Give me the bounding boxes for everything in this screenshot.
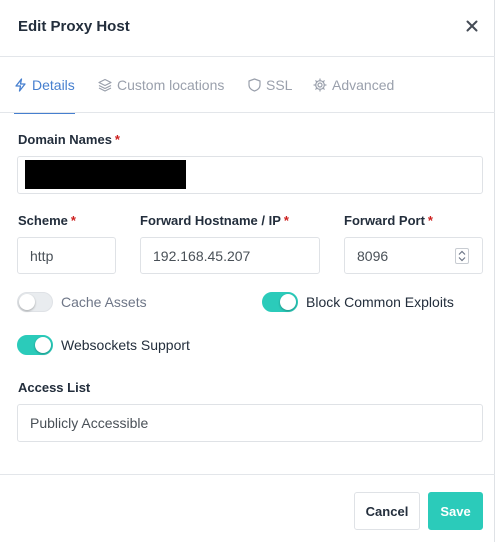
forward-port-label: Forward Port * [344, 213, 433, 228]
websockets-switch[interactable] [17, 335, 53, 355]
close-icon[interactable] [463, 17, 481, 35]
domain-names-input[interactable] [17, 156, 483, 194]
scheme-label-text: Scheme [18, 213, 68, 228]
forward-hostname-label: Forward Hostname / IP * [140, 213, 289, 228]
tab-advanced[interactable]: Advanced [313, 57, 394, 113]
access-list-select[interactable]: Publicly Accessible [17, 404, 483, 442]
cache-assets-switch[interactable] [17, 292, 53, 312]
domain-names-label-text: Domain Names [18, 132, 112, 147]
block-exploits-label: Block Common Exploits [306, 294, 454, 310]
forward-hostname-label-text: Forward Hostname / IP [140, 213, 281, 228]
forward-port-input[interactable]: 8096 [344, 237, 483, 274]
tab-details[interactable]: Details [14, 57, 75, 114]
tab-bar: Details Custom locations SSL Advanced [0, 57, 495, 114]
required-mark: * [70, 213, 76, 228]
access-list-label: Access List [18, 380, 91, 395]
forward-hostname-input[interactable]: 192.168.45.207 [140, 237, 320, 274]
cancel-button[interactable]: Cancel [354, 492, 420, 530]
scheme-input[interactable]: http [17, 237, 116, 274]
cache-assets-toggle[interactable]: Cache Assets [17, 292, 147, 312]
redacted-domain-value [25, 160, 186, 189]
tab-ssl-label: SSL [266, 77, 293, 93]
required-mark: * [427, 213, 433, 228]
modal-header: Edit Proxy Host [0, 0, 495, 57]
tab-custom-locations[interactable]: Custom locations [98, 57, 224, 113]
tab-custom-locations-label: Custom locations [117, 77, 225, 93]
forward-port-label-text: Forward Port [344, 213, 425, 228]
tab-ssl[interactable]: SSL [248, 57, 292, 113]
access-list-value: Publicly Accessible [30, 415, 149, 431]
save-button[interactable]: Save [428, 492, 483, 530]
scheme-label: Scheme * [18, 213, 76, 228]
shield-icon [248, 78, 261, 92]
port-stepper[interactable] [455, 248, 469, 264]
modal-title: Edit Proxy Host [18, 18, 130, 35]
tab-details-label: Details [32, 77, 75, 93]
gear-icon [313, 78, 327, 92]
tab-advanced-label: Advanced [332, 77, 395, 93]
websockets-label: Websockets Support [61, 337, 190, 353]
block-exploits-toggle[interactable]: Block Common Exploits [262, 292, 454, 312]
block-exploits-switch[interactable] [262, 292, 298, 312]
domain-names-label: Domain Names * [18, 132, 120, 147]
modal-footer: Cancel Save [0, 474, 495, 542]
cache-assets-label: Cache Assets [61, 294, 147, 310]
required-mark: * [114, 132, 120, 147]
edit-proxy-host-dialog: Edit Proxy Host Details Custom locations… [0, 0, 495, 542]
required-mark: * [283, 213, 289, 228]
websockets-toggle[interactable]: Websockets Support [17, 335, 190, 355]
forward-hostname-value: 192.168.45.207 [153, 247, 251, 264]
layers-icon [98, 78, 112, 92]
lightning-icon [14, 78, 27, 92]
scheme-value: http [30, 247, 54, 264]
forward-port-value: 8096 [357, 247, 389, 264]
